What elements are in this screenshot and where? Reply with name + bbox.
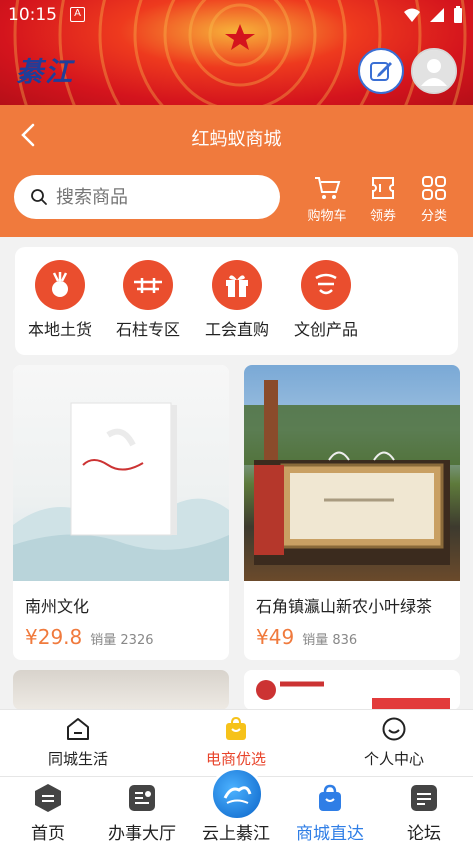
search-icon [31, 189, 47, 205]
subtab-label: 电商优选 [205, 750, 266, 768]
subtab-label: 个人中心 [363, 750, 424, 768]
service-hall-icon [127, 783, 157, 813]
category-label: 文创产品 [293, 320, 358, 339]
product-image-tea [244, 365, 460, 581]
mall-bag-icon [315, 783, 345, 813]
status-icons [403, 6, 463, 24]
category-shizhu[interactable]: 石柱专区 [103, 260, 193, 340]
category-button[interactable]: 分类 [409, 175, 459, 224]
coupon-button[interactable]: 领券 [358, 175, 408, 224]
notification-badge: A [70, 7, 85, 22]
gift-icon [212, 260, 262, 310]
search-input[interactable] [56, 186, 256, 208]
radish-icon [35, 260, 85, 310]
tab-forum[interactable]: 论坛 [374, 783, 473, 842]
status-bar: 10:15 A [0, 0, 473, 30]
product-price-row: ¥49 销量 836 [244, 617, 460, 649]
category-icon [422, 176, 446, 200]
category-label: 本地土货 [27, 320, 92, 339]
search-box[interactable] [14, 175, 280, 219]
cart-label: 购物车 [307, 209, 347, 224]
wifi-icon [404, 8, 420, 22]
product-name: 南州文化 [25, 597, 90, 616]
avatar-button[interactable] [411, 48, 457, 94]
subtab-ecommerce[interactable]: 电商优选 [176, 716, 296, 769]
category-label: 石柱专区 [115, 320, 180, 339]
home-icon [67, 718, 89, 740]
shizhu-logo-icon [123, 260, 173, 310]
culture-icon [301, 260, 351, 310]
product-card[interactable] [244, 670, 460, 710]
tab-label: 商城直达 [296, 824, 364, 842]
shopping-bag-icon [226, 716, 246, 740]
top-banner: 10:15 A 綦江 [0, 0, 473, 105]
product-image-partial [244, 670, 460, 710]
cloud-qijiang-logo[interactable] [210, 767, 264, 821]
product-sales: 销量 2326 [90, 633, 154, 648]
product-price: ¥49 [256, 625, 295, 649]
coupon-label: 领券 [369, 209, 396, 224]
home-hex-icon [33, 783, 63, 813]
product-card[interactable] [13, 670, 229, 710]
product-price-row: ¥29.8 销量 2326 [13, 617, 229, 649]
category-union-purchase[interactable]: 工会直购 [192, 260, 282, 340]
battery-icon [454, 6, 462, 23]
tab-mall-direct[interactable]: 商城直达 [280, 783, 380, 842]
tab-label: 云上綦江 [202, 824, 270, 842]
product-image-book [13, 365, 229, 581]
signal-icon [430, 8, 444, 22]
category-label: 分类 [420, 209, 447, 224]
category-culture-products[interactable]: 文创产品 [281, 260, 371, 340]
tab-service-hall[interactable]: 办事大厅 [92, 783, 192, 842]
cart-button[interactable]: 购物车 [302, 175, 352, 224]
product-card[interactable]: 南州文化 ¥29.8 销量 2326 [13, 365, 229, 660]
product-image-partial [13, 670, 229, 710]
product-name: 石角镇瀛山新农小叶绿茶 [256, 597, 433, 616]
category-card: 本地土货 石柱专区 工会直购 文创产品 [15, 247, 458, 355]
mall-header: 红蚂蚁商城 购物车 领券 分类 [0, 105, 473, 237]
tab-label: 办事大厅 [108, 824, 176, 842]
product-card[interactable]: 石角镇瀛山新农小叶绿茶 ¥49 销量 836 [244, 365, 460, 660]
sub-tab-bar: 同城生活 电商优选 个人中心 [0, 709, 473, 776]
forum-icon [409, 783, 439, 813]
category-local-goods[interactable]: 本地土货 [15, 260, 105, 340]
page-title: 红蚂蚁商城 [191, 129, 282, 150]
qijiang-logo: 綦江 [16, 57, 74, 88]
tab-label: 论坛 [407, 824, 441, 842]
edit-button[interactable] [358, 48, 404, 94]
smile-icon [382, 717, 406, 741]
subtab-personal-center[interactable]: 个人中心 [334, 716, 454, 769]
avatar-icon [413, 50, 455, 92]
tab-home[interactable]: 首页 [0, 783, 98, 842]
status-time: 10:15 [8, 5, 57, 25]
subtab-local-life[interactable]: 同城生活 [18, 716, 138, 769]
tab-label: 首页 [31, 824, 65, 842]
product-price: ¥29.8 [25, 625, 83, 649]
category-label: 工会直购 [204, 320, 269, 339]
cart-icon [315, 177, 341, 199]
subtab-label: 同城生活 [47, 750, 108, 768]
edit-icon [370, 62, 392, 81]
product-sales: 销量 836 [302, 633, 358, 648]
coupon-icon [372, 177, 394, 199]
